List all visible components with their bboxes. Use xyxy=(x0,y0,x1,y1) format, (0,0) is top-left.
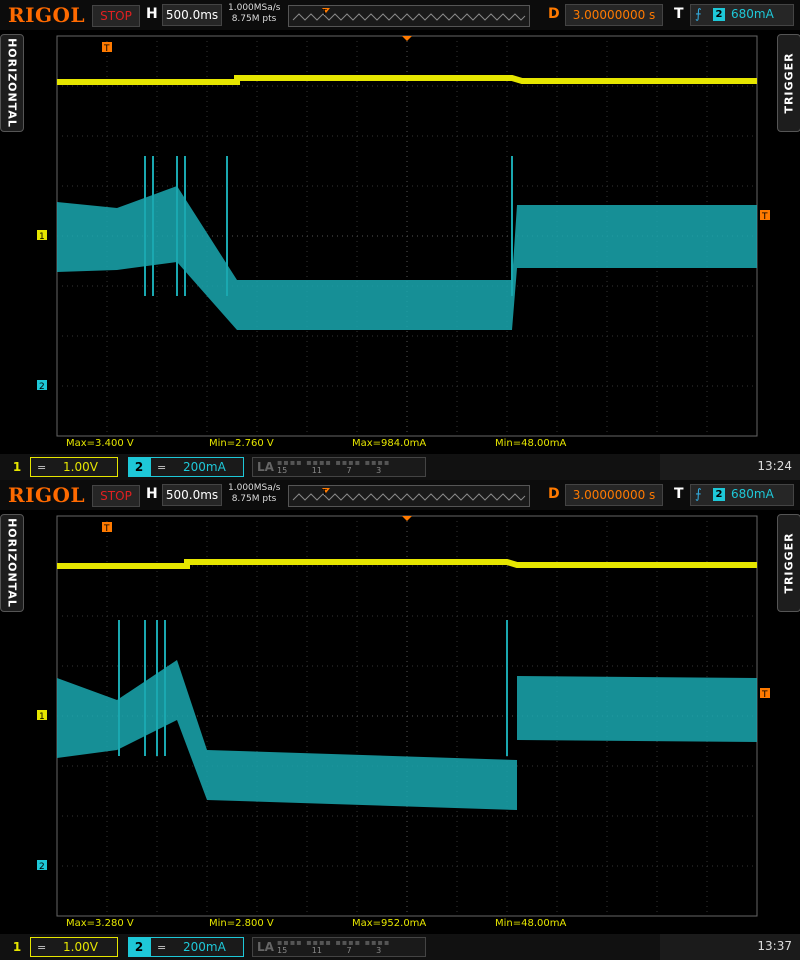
channel-1-number[interactable]: 1 xyxy=(6,937,28,957)
acquisition-info: 1.000MSa/s 8.75M pts xyxy=(228,483,280,505)
logic-analyzer-label: LA xyxy=(257,460,274,474)
channel-2-settings[interactable]: = 200mA xyxy=(150,457,244,477)
channel-bar: 1 = 1.00V 2 = 200mA LA ▪▪▪▪ ▪▪▪▪ ▪▪▪▪ ▪▪… xyxy=(0,934,800,960)
clock-time: 13:24 xyxy=(757,459,792,473)
measurement-ch1-min: Min=2.760 V xyxy=(209,438,274,449)
trigger-settings[interactable]: ⨍ 2 680mA xyxy=(690,4,794,26)
measurement-ch1-min: Min=2.800 V xyxy=(209,918,274,929)
logic-analyzer-label: LA xyxy=(257,940,274,954)
delay-label: D xyxy=(548,486,560,502)
trigger-position-marker: T xyxy=(103,44,110,54)
top-status-bar: RIGOL STOP H 500.0ms 1.000MSa/s 8.75M pt… xyxy=(0,0,800,30)
channel-2-settings[interactable]: = 200mA xyxy=(150,937,244,957)
logic-analyzer-panel[interactable]: LA ▪▪▪▪ ▪▪▪▪ ▪▪▪▪ ▪▪▪▪ 15 11 7 3 xyxy=(252,457,426,477)
run-stop-status[interactable]: STOP xyxy=(92,485,140,507)
horizontal-tab-label: HORIZONTAL xyxy=(5,518,19,608)
dc-coupling-icon: = xyxy=(157,941,167,954)
trigger-settings[interactable]: ⨍ 2 680mA xyxy=(690,484,794,506)
horizontal-label: H xyxy=(146,6,158,22)
trigger-level-value: 680mA xyxy=(731,487,774,501)
ch1-offset-marker: 1 xyxy=(39,232,45,242)
measurement-ch2-max: Max=952.0mA xyxy=(352,918,427,929)
ch2-waveform xyxy=(57,186,757,330)
center-trigger-marker xyxy=(402,516,412,521)
channel-1-number[interactable]: 1 xyxy=(6,457,28,477)
memory-waveform-icon: T xyxy=(292,8,526,21)
timebase-value[interactable]: 500.0ms xyxy=(162,4,222,26)
memory-overview-strip[interactable]: T xyxy=(288,485,530,507)
horizontal-tab-label: HORIZONTAL xyxy=(5,38,19,128)
run-stop-status[interactable]: STOP xyxy=(92,5,140,27)
horizontal-label: H xyxy=(146,486,158,502)
rising-edge-icon: ⨍ xyxy=(695,487,702,502)
trigger-position-marker: T xyxy=(103,524,110,534)
scope-screen: RIGOL STOP H 500.0ms 1.000MSa/s 8.75M pt… xyxy=(0,0,800,480)
scope-screen: RIGOL STOP H 500.0ms 1.000MSa/s 8.75M pt… xyxy=(0,480,800,960)
measurement-ch1-max: Max=3.280 V xyxy=(66,918,134,929)
trigger-delay-value[interactable]: 3.00000000 s xyxy=(565,484,663,506)
clock-time: 13:37 xyxy=(757,939,792,953)
channel-1-scale: 1.00V xyxy=(63,460,98,474)
dc-coupling-icon: = xyxy=(37,461,47,474)
trigger-menu-tab[interactable]: TRIGGER xyxy=(777,514,800,612)
brand-logo: RIGOL xyxy=(8,3,86,27)
measurement-ch2-max: Max=984.0mA xyxy=(352,438,427,449)
trigger-level-marker: T xyxy=(761,212,768,222)
delay-label: D xyxy=(548,6,560,22)
clock-area: 13:37 xyxy=(660,934,800,960)
trigger-source-badge: 2 xyxy=(713,8,725,21)
ch1-offset-marker: 1 xyxy=(39,712,45,722)
acquisition-info: 1.000MSa/s 8.75M pts xyxy=(228,3,280,25)
logic-channel-numbers: 15 11 7 3 xyxy=(277,466,382,475)
timebase-value[interactable]: 500.0ms xyxy=(162,484,222,506)
measurement-ch1-max: Max=3.400 V xyxy=(66,438,134,449)
trigger-tab-label: TRIGGER xyxy=(782,532,796,594)
channel-1-scale: 1.00V xyxy=(63,940,98,954)
measurement-ch2-min: Min=48.00mA xyxy=(495,438,567,449)
trigger-source-badge: 2 xyxy=(713,488,725,501)
waveform-grid: 1 2 T T xyxy=(37,515,770,917)
ch1-waveform xyxy=(57,559,757,569)
channel-2-number[interactable]: 2 xyxy=(128,457,150,477)
waveform-grid: 1 2 T T xyxy=(37,35,770,437)
horizontal-menu-tab[interactable]: HORIZONTAL xyxy=(0,514,24,612)
channel-2-scale: 200mA xyxy=(183,940,226,954)
channel-1-settings[interactable]: = 1.00V xyxy=(30,457,118,477)
horizontal-menu-tab[interactable]: HORIZONTAL xyxy=(0,34,24,132)
channel-2-scale: 200mA xyxy=(183,460,226,474)
memory-waveform-icon: T xyxy=(292,488,526,501)
logic-channel-numbers: 15 11 7 3 xyxy=(277,946,382,955)
channel-1-settings[interactable]: = 1.00V xyxy=(30,937,118,957)
dc-coupling-icon: = xyxy=(157,461,167,474)
dc-coupling-icon: = xyxy=(37,941,47,954)
memory-overview-strip[interactable]: T xyxy=(288,5,530,27)
trigger-level-marker: T xyxy=(761,690,768,700)
trigger-menu-tab[interactable]: TRIGGER xyxy=(777,34,800,132)
memory-trigger-marker: T xyxy=(321,8,327,17)
trigger-label: T xyxy=(674,6,684,22)
trigger-level-value: 680mA xyxy=(731,7,774,21)
top-status-bar: RIGOL STOP H 500.0ms 1.000MSa/s 8.75M pt… xyxy=(0,480,800,510)
ch2-offset-marker: 2 xyxy=(39,862,45,872)
brand-logo: RIGOL xyxy=(8,483,86,507)
ch2-waveform xyxy=(57,660,757,810)
rising-edge-icon: ⨍ xyxy=(695,7,702,22)
memory-trigger-marker: T xyxy=(321,488,327,497)
trigger-tab-label: TRIGGER xyxy=(782,52,796,114)
memory-depth: 8.75M pts xyxy=(231,14,277,24)
channel-2-number[interactable]: 2 xyxy=(128,937,150,957)
memory-depth: 8.75M pts xyxy=(231,494,277,504)
clock-area: 13:24 xyxy=(660,454,800,480)
ch2-offset-marker: 2 xyxy=(39,382,45,392)
channel-bar: 1 = 1.00V 2 = 200mA LA ▪▪▪▪ ▪▪▪▪ ▪▪▪▪ ▪▪… xyxy=(0,454,800,480)
measurement-ch2-min: Min=48.00mA xyxy=(495,918,567,929)
logic-analyzer-panel[interactable]: LA ▪▪▪▪ ▪▪▪▪ ▪▪▪▪ ▪▪▪▪ 15 11 7 3 xyxy=(252,937,426,957)
trigger-label: T xyxy=(674,486,684,502)
center-trigger-marker xyxy=(402,36,412,41)
trigger-delay-value[interactable]: 3.00000000 s xyxy=(565,4,663,26)
sample-rate: 1.000MSa/s xyxy=(228,3,281,13)
sample-rate: 1.000MSa/s xyxy=(228,483,281,493)
